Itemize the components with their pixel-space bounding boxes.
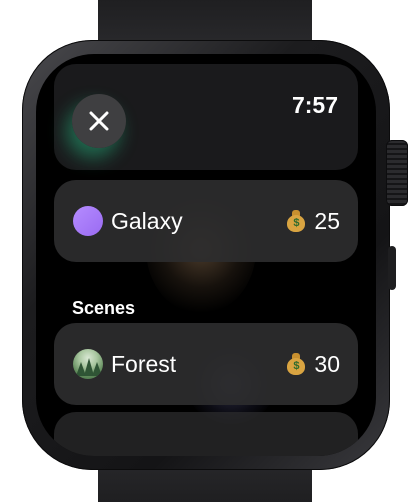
digital-crown[interactable] [386,140,408,206]
moneybag-icon: $ [287,210,306,232]
status-time: 7:57 [291,92,338,118]
list-item-forest[interactable]: Forest $ 30 [54,323,358,405]
close-button[interactable] [72,94,126,148]
forest-thumbnail [73,349,103,379]
list-item-galaxy[interactable]: Galaxy $ 25 [54,180,358,262]
list-item-next[interactable] [54,412,358,456]
price-value: 30 [314,350,340,377]
watch-screen: Galaxy $ 25 Scenes Forest $ 30 7:57 [36,54,376,456]
item-label: Galaxy [111,207,183,234]
item-price: $ 30 [287,351,340,378]
price-value: 25 [314,207,340,234]
item-label: Forest [111,350,177,377]
section-header-scenes: Scenes [72,298,136,318]
item-price: $ 25 [287,208,340,235]
close-icon [89,111,109,131]
moneybag-icon: $ [287,353,306,375]
side-button[interactable] [388,246,396,290]
color-swatch [73,206,103,236]
